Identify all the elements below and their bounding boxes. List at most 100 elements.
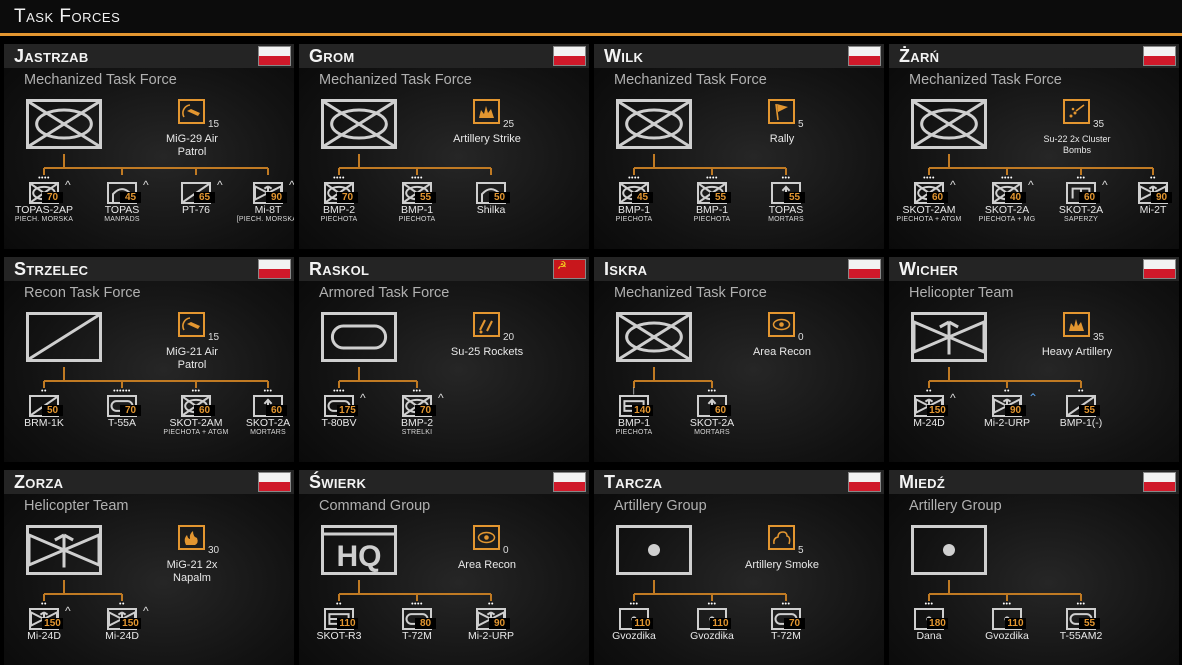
unit-card[interactable]: ••• 60 ^ SKOT-2A SAPERZY [1051,175,1111,241]
task-force-card[interactable]: Zorza Helicopter Team 30 MiG-21 2x Napal… [4,470,294,665]
unit-card[interactable]: 90 ^ Mi-8T [PIECH. MORSKA] [237,175,294,241]
recon-unit-symbol-icon [26,312,102,362]
upgrade-chevron-icon[interactable]: ^ [1102,178,1108,192]
task-force-card[interactable]: Jastrzab Mechanized Task Force 15 MiG-29… [4,44,294,249]
unit-points: 65 [194,192,215,203]
unit-card[interactable]: ••• 60 SKOT-2AM PIECHOTA + ATGM [163,388,228,454]
support-ability[interactable]: 5 Rally [762,99,826,159]
unit-card[interactable]: ••• 110 Gvozdika [604,601,664,665]
upgrade-chevron-icon[interactable]: ^ [289,178,294,192]
unit-card[interactable]: ••• 180 Dana [899,601,959,665]
unit-card[interactable]: •• 55 BMP-1(-) [1051,388,1111,454]
upgrade-chevron-icon[interactable]: ^ [950,391,956,405]
task-force-card[interactable]: Wicher Helicopter Team 35 Heavy Artiller… [889,257,1179,462]
unit-role: PIECHOTA [398,216,436,223]
poland-flag-icon [553,46,586,66]
unit-points: 70 [784,618,805,629]
task-force-header: Jastrzab [4,44,294,68]
task-force-card[interactable]: Świerk Command Group HQ 0 Area Recon •• … [299,470,589,665]
task-force-card[interactable]: Grom Mechanized Task Force 25 Artillery … [299,44,589,249]
task-force-card[interactable]: Miedź Artillery Group ••• 180 Dana ••• 1… [889,470,1179,665]
tree-connector [121,381,123,388]
unit-card[interactable]: •• 50 BRM-1K [14,388,74,454]
support-ability[interactable]: 0 Area Recon [458,525,531,585]
task-force-card[interactable]: Strzelec Recon Task Force 15 MiG-21 Air … [4,257,294,462]
unit-card[interactable]: ••• 70 ^ BMP-2 STRELKI [387,388,447,454]
unit-card[interactable]: •• 90 Mi-2-URP [461,601,521,665]
support-ability[interactable]: 5 Artillery Smoke [745,525,826,585]
upgrade-chevron-icon[interactable]: ^ [217,178,223,192]
upgrade-chevron-icon[interactable]: ^ [65,178,71,192]
poland-flag-icon [553,472,586,492]
task-force-card[interactable]: Wilk Mechanized Task Force 5 Rally •••• … [594,44,884,249]
unit-card[interactable]: ••• 60 SKOT-2A MORTARS [682,388,742,454]
unit-card[interactable]: •••• 55 BMP-1 PIECHOTA [387,175,447,241]
unit-size-indicator: •• [119,601,125,608]
hq-unit-symbol-icon: HQ [321,525,397,575]
unit-card[interactable]: •••• 60 ^ SKOT-2AM PIECHOTA + ATGM [896,175,961,241]
task-force-card[interactable]: Żarń Mechanized Task Force 35 Su-22 2x C… [889,44,1179,249]
unit-card[interactable]: •• 90 ⌃ Mi-2-URP [977,388,1038,454]
task-force-type: Command Group [319,498,431,514]
task-force-card[interactable]: Raskol ☭ Armored Task Force 20 Su-25 Rock… [299,257,589,462]
upgrade-chevron-icon[interactable]: ^ [1028,178,1034,192]
unit-points: 45 [632,192,653,203]
unit-size-indicator: •• [1004,388,1010,395]
mech-unit-symbol-icon [26,99,102,149]
unit-points: 60 [927,192,948,203]
tree-connector [785,594,787,601]
task-force-header: Miedź [889,470,1179,494]
support-ability[interactable]: 30 MiG-21 2x Napalm [167,525,236,585]
unit-card[interactable]: •••• 40 ^ SKOT-2A PIECHOTA + MG [977,175,1037,241]
unit-card[interactable]: •• 150 ^ Mi-24D [14,601,74,665]
unit-card[interactable]: 45 ^ TOPAS MANPADS [92,175,152,241]
unit-card[interactable]: •••• 70 ^ TOPAS-2AP PIECH. MORSKA [14,175,74,241]
unit-card[interactable]: ••• 60 SKOT-2A MORTARS [238,388,294,454]
unit-card[interactable]: •••• 55 BMP-1 PIECHOTA [682,175,742,241]
tree-connector [44,380,268,382]
unit-card[interactable]: 65 ^ PT-76 [166,175,226,241]
support-name: MiG-21 Air Patrol [166,346,218,371]
task-force-header: Iskra [594,257,884,281]
unit-card[interactable]: •• 150 ^ Mi-24D [92,601,152,665]
upgrade-chevron-icon[interactable]: ^ [143,604,149,618]
unit-card[interactable]: •••••• 70 T-55A [92,388,152,454]
support-ability[interactable]: 35 Su-22 2x Cluster Bombs [1043,99,1121,159]
unit-points: 70 [337,192,358,203]
support-ability[interactable]: 0 Area Recon [753,312,826,372]
unit-card[interactable]: ••• 55 TOPAS MORTARS [756,175,816,241]
upgrade-chevron-icon[interactable]: ^ [65,604,71,618]
unit-card[interactable]: ••• 55 T-55AM2 [1051,601,1111,665]
poland-flag-icon [258,472,291,492]
tree-connector [490,594,492,601]
screen-title: Task Forces [14,6,121,27]
support-ability[interactable]: 35 Heavy Artillery [1042,312,1121,372]
unit-card[interactable]: •• 150 ^ M-24D [899,388,959,454]
upgrade-chevron-icon[interactable]: ^ [360,391,366,405]
unit-card[interactable]: ••• 70 T-72M [756,601,816,665]
tree-connector [928,594,930,601]
unit-card[interactable]: •••• 45 BMP-1 PIECHOTA [604,175,664,241]
unit-card[interactable]: •••• 70 BMP-2 PIECHOTA [309,175,369,241]
support-ability[interactable]: 20 Su-25 Rockets [451,312,531,372]
unit-card[interactable]: •••• 80 T-72M [387,601,447,665]
task-force-card[interactable]: Iskra Mechanized Task Force 0 Area Recon… [594,257,884,462]
tree-connector [633,168,635,175]
upgrade-chevron-icon[interactable]: ^ [438,391,444,405]
support-ability[interactable]: 15 MiG-29 Air Patrol [166,99,236,159]
unit-card[interactable]: | 140 BMP-1 PIECHOTA [604,388,664,454]
unit-card[interactable]: ••• 110 Gvozdika [682,601,742,665]
unit-card[interactable]: •• 110 SKOT-R3 [309,601,369,665]
support-cost: 15 [208,332,220,343]
unit-card[interactable]: 50 Shilka [461,175,521,241]
task-force-card[interactable]: Tarcza Artillery Group 5 Artillery Smoke… [594,470,884,665]
unit-card[interactable]: •••• 175 ^ T-80BV [309,388,369,454]
upgrade-chevron-icon[interactable]: ^ [143,178,149,192]
unit-card[interactable]: ••• 110 Gvozdika [977,601,1037,665]
unit-card[interactable]: •• 90 Mi-2T [1123,175,1179,241]
upgrade-chevron-icon[interactable]: ^ [950,178,956,192]
upgrade-chevron-icon[interactable]: ⌃ [1028,391,1038,405]
task-force-type: Mechanized Task Force [319,72,472,88]
support-ability[interactable]: 15 MiG-21 Air Patrol [166,312,236,372]
support-ability[interactable]: 25 Artillery Strike [453,99,531,159]
